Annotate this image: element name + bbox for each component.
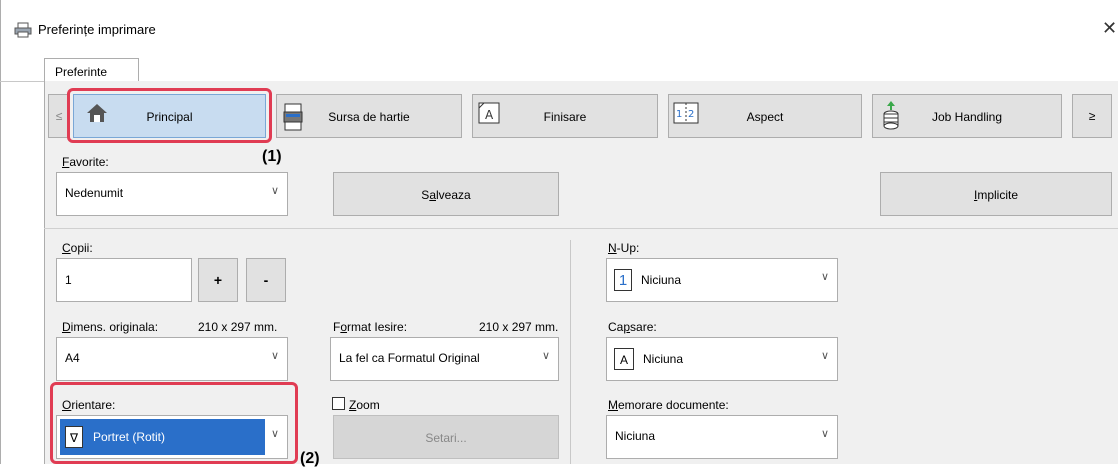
original-size-value: A4 <box>65 351 80 365</box>
doc-storage-select[interactable]: Niciuna ∨ <box>606 415 838 459</box>
chevron-down-icon: ∨ <box>270 350 279 362</box>
staple-value: Niciuna <box>643 352 684 366</box>
close-icon[interactable]: ✕ <box>1102 18 1117 39</box>
doc-storage-value: Niciuna <box>615 429 656 443</box>
copies-plus-button[interactable]: + <box>198 258 238 302</box>
tab-aspect-label: Aspect <box>746 110 784 124</box>
copies-input[interactable]: 1 <box>56 258 192 302</box>
zoom-label: Zoom <box>349 398 380 412</box>
next-tab-button[interactable]: ≥ <box>1072 94 1112 138</box>
favorites-label: Favorite: <box>62 155 109 169</box>
chevron-down-icon: ∨ <box>820 271 829 283</box>
save-button[interactable]: Salveaza <box>333 172 559 216</box>
tab-sursa-label: Sursa de hartie <box>328 110 410 124</box>
copies-minus-button[interactable]: - <box>246 258 286 302</box>
original-size-label: Dimens. originala: <box>62 320 159 334</box>
staple-badge-icon: A <box>614 348 634 370</box>
tab-sursa-de-hartie[interactable]: Sursa de hartie <box>276 94 462 138</box>
output-format-value: La fel ca Formatul Original <box>339 351 480 365</box>
title-bar: Preferințe imprimare ✕ <box>0 0 1118 52</box>
next-arrow-icon: ≥ <box>1088 109 1096 123</box>
staple-select[interactable]: A Niciuna ∨ <box>606 337 838 381</box>
chevron-down-icon: ∨ <box>820 350 829 362</box>
favorites-value: Nedenumit <box>65 186 124 200</box>
zoom-checkbox[interactable] <box>332 397 345 410</box>
printer-icon <box>14 22 32 38</box>
highlight-orientation <box>50 382 298 464</box>
annotation-2: (2) <box>300 450 320 467</box>
chevron-down-icon: ∨ <box>541 350 550 362</box>
annotation-1: (1) <box>262 148 282 165</box>
favorites-select[interactable]: Nedenumit ∨ <box>56 172 288 216</box>
copies-value: 1 <box>65 273 72 287</box>
zoom-settings-button[interactable]: Setari... <box>333 415 559 459</box>
nup-select[interactable]: 1 Niciuna ∨ <box>606 258 838 302</box>
window-border <box>0 0 1 464</box>
chevron-down-icon: ∨ <box>270 185 279 197</box>
column-separator <box>570 240 571 464</box>
staple-label: Capsare: <box>608 320 657 334</box>
output-format-dims: 210 x 297 mm. <box>479 320 559 334</box>
tab-job-handling-label: Job Handling <box>931 110 1003 124</box>
tab-finisare-label: Finisare <box>543 110 587 124</box>
original-size-dims: 210 x 297 mm. <box>198 320 278 334</box>
tab-aspect[interactable]: 1 2 Aspect <box>668 94 862 138</box>
nup-value: Niciuna <box>641 273 682 287</box>
prev-arrow-icon: ≤ <box>55 109 63 123</box>
nup-badge-icon: 1 <box>614 269 632 291</box>
tab-finisare[interactable]: A Finisare <box>472 94 658 138</box>
doc-storage-label: Memorare documente: <box>608 398 729 412</box>
output-format-label: Format Iesire: <box>333 320 408 334</box>
tab-job-handling[interactable]: Job Handling <box>872 94 1062 138</box>
copies-label: Copii: <box>62 241 93 255</box>
default-button[interactable]: Implicite <box>880 172 1112 216</box>
window-title: Preferințe imprimare <box>38 22 156 37</box>
original-size-select[interactable]: A4 ∨ <box>56 337 288 381</box>
highlight-principal <box>67 88 272 143</box>
chevron-down-icon: ∨ <box>820 428 829 440</box>
nup-label: N-Up: <box>608 241 640 255</box>
section-separator <box>44 228 1118 229</box>
tab-preferinte-tiparire[interactable]: Preferinte Tiparire <box>44 58 139 93</box>
output-format-select[interactable]: La fel ca Formatul Original ∨ <box>330 337 559 381</box>
